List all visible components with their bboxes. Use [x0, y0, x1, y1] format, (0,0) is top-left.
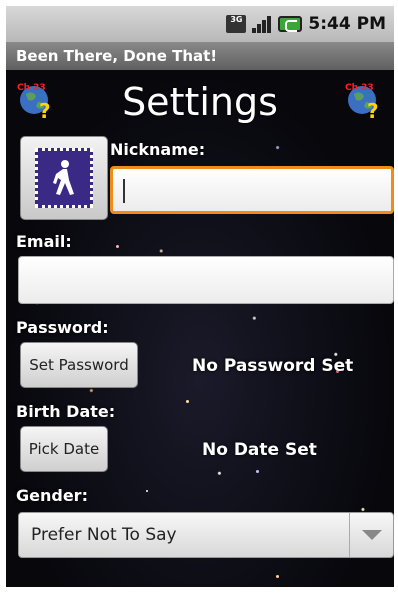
signal-strength-icon [252, 15, 272, 33]
settings-content: ? Ch 23 Settings ? Ch 23 Nickname: Email… [6, 70, 394, 587]
star [146, 490, 148, 492]
gender-label: Gender: [16, 486, 88, 505]
star [186, 400, 189, 403]
star [256, 470, 259, 473]
star [116, 245, 119, 248]
text-caret [123, 179, 125, 203]
pick-date-button[interactable]: Pick Date [20, 426, 108, 472]
email-label: Email: [16, 232, 72, 251]
password-status: No Password Set [192, 356, 354, 376]
password-label: Password: [16, 318, 109, 337]
walking-person-stamp-icon [35, 148, 93, 208]
status-bar: 3G 5:44 PM [6, 6, 394, 42]
app-title-bar: Been There, Done That! [6, 42, 394, 70]
gender-dropdown[interactable]: Prefer Not To Say [18, 512, 394, 558]
phone-screen: 3G 5:44 PM Been There, Done That! ? Ch 2… [6, 6, 394, 587]
gender-selected-value: Prefer Not To Say [31, 525, 177, 545]
status-time: 5:44 PM [308, 14, 386, 34]
nickname-input[interactable] [110, 166, 394, 214]
network-type-icon: 3G [226, 15, 247, 33]
battery-icon [278, 16, 303, 32]
dropdown-arrow-icon[interactable] [349, 513, 393, 557]
set-password-button[interactable]: Set Password [20, 342, 138, 388]
help-globe-icon[interactable]: ? Ch 23 [344, 80, 384, 120]
app-title: Been There, Done That! [16, 47, 218, 65]
walking-person-icon [53, 160, 74, 195]
nickname-label: Nickname: [110, 140, 206, 159]
date-status: No Date Set [202, 440, 317, 460]
page-title: Settings [122, 80, 278, 124]
email-input[interactable] [18, 256, 394, 304]
icon-caption: Ch 23 [345, 83, 374, 93]
birthdate-label: Birth Date: [16, 402, 116, 421]
avatar-button[interactable] [20, 136, 108, 220]
svg-text:?: ? [367, 99, 379, 120]
star [276, 575, 279, 578]
